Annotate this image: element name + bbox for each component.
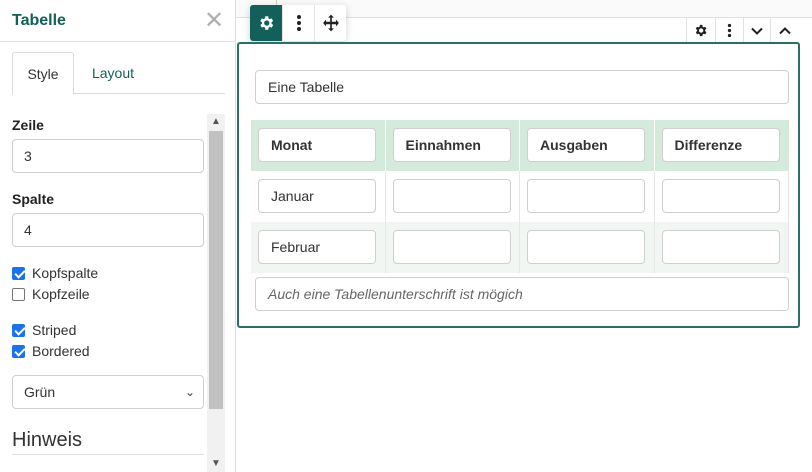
checkbox-striped[interactable]: Striped [12,321,76,339]
kebab-menu-icon[interactable] [714,18,743,43]
gear-icon[interactable] [687,18,715,43]
tab-style[interactable]: Style [12,52,74,95]
chevron-down-icon[interactable] [742,18,771,43]
table-block[interactable]: Eine Tabelle Monat Einnahmen Ausgaben Di… [237,42,800,328]
scroll-down-icon[interactable]: ▼ [207,456,225,472]
spalte-input[interactable]: 4 [12,213,204,247]
cell-input[interactable]: Februar [258,230,376,264]
table-cell [386,222,520,273]
header-cell-input[interactable]: Einnahmen [392,128,511,162]
close-icon[interactable]: ✕ [202,8,226,34]
panel-scrollbar[interactable]: ▲ ▼ [207,114,225,472]
checkbox-bordered[interactable]: Bordered [12,342,90,360]
tab-layout[interactable]: Layout [80,52,146,94]
scroll-up-icon[interactable]: ▲ [207,114,225,130]
header-cell-input[interactable]: Differenze [661,128,780,162]
table-caption-input[interactable]: Auch eine Tabellenunterschrift ist mögic… [255,277,789,311]
panel-divider [0,41,236,42]
cell-input[interactable] [661,179,780,213]
header-cell: Monat [251,120,386,171]
header-cell: Differenze [655,120,790,171]
table-grid: Monat Einnahmen Ausgaben Differenze Janu… [251,120,789,273]
scrollbar-thumb[interactable] [209,131,223,409]
cell-input[interactable] [527,179,645,213]
chevron-down-icon: ⌄ [184,385,195,399]
cell-input[interactable] [392,230,511,264]
table-title-input[interactable]: Eine Tabelle [255,70,789,104]
chevron-up-icon[interactable] [770,18,798,43]
checkbox-unchecked-icon[interactable] [12,287,25,301]
checkbox-checked-icon[interactable] [12,266,25,280]
header-cell: Ausgaben [520,120,655,171]
table-cell [520,171,655,222]
checkbox-checked-icon[interactable] [12,323,25,337]
table-row: Februar [251,222,789,273]
gear-icon[interactable] [250,5,282,41]
section-heading-hinweis: Hinweis [12,429,83,451]
checkbox-label: Bordered [32,343,90,359]
zeile-label: Zeile [12,117,44,133]
section-divider [12,454,204,455]
checkbox-label: Striped [32,322,77,338]
checkbox-kopfzeile[interactable]: Kopfzeile [12,285,90,303]
cell-input[interactable] [392,179,511,213]
table-cell [655,222,789,273]
table-header-row: Monat Einnahmen Ausgaben Differenze [251,120,789,171]
header-cell-input[interactable]: Monat [258,128,376,162]
zeile-input[interactable]: 3 [12,139,204,173]
checkbox-label: Kopfzeile [32,286,90,302]
header-cell-input[interactable]: Ausgaben [527,128,645,162]
checkbox-label: Kopfspalte [32,265,99,281]
spalte-label: Spalte [12,191,55,207]
panel-tabs: Style Layout [12,52,225,95]
checkbox-kopfspalte[interactable]: Kopfspalte [12,264,98,282]
cell-input[interactable]: Januar [258,179,376,213]
table-cell [386,171,520,222]
floating-block-toolbar [250,5,346,41]
checkbox-checked-icon[interactable] [12,344,25,358]
panel-title: Tabelle [12,12,66,29]
table-cell: Januar [251,171,386,222]
table-cell [520,222,655,273]
color-select[interactable]: Grün ⌄ [12,375,204,409]
color-select-value: Grün [24,384,56,400]
kebab-menu-icon[interactable] [282,5,314,41]
move-arrows-icon[interactable] [314,5,346,41]
cell-input[interactable] [527,230,645,264]
header-cell: Einnahmen [386,120,520,171]
style-form: Zeile 3 Spalte 4 Kopfspalte Kopfzeile St… [0,95,206,472]
properties-panel: Tabelle ✕ Style Layout Zeile 3 Spalte 4 … [0,0,236,472]
block-actions-bar [686,18,798,43]
table-cell [655,171,789,222]
table-row: Januar [251,171,789,222]
cell-input[interactable] [661,230,780,264]
table-cell: Februar [251,222,386,273]
